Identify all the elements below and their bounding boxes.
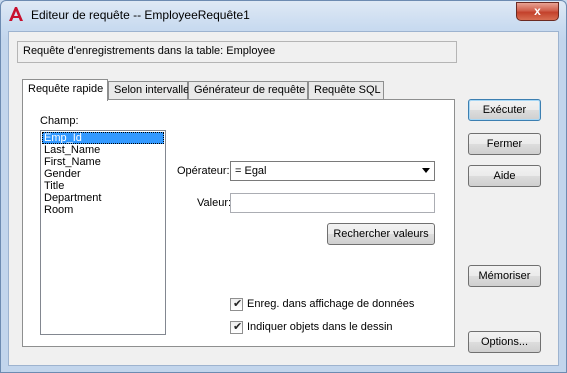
indicate-objects-checkbox-row[interactable]: ✔ Indiquer objets dans le dessin bbox=[230, 321, 430, 335]
checkmark-icon: ✔ bbox=[233, 298, 243, 310]
value-input[interactable] bbox=[230, 193, 435, 213]
close-button[interactable]: Fermer bbox=[468, 133, 541, 155]
store-in-data-view-checkbox-row[interactable]: ✔ Enreg. dans affichage de données bbox=[230, 298, 430, 312]
field-label: Champ: bbox=[40, 115, 79, 127]
autocad-logo-icon bbox=[9, 7, 23, 21]
dialog-window: Editeur de requête -- EmployeeRequête1 x… bbox=[0, 0, 567, 373]
close-icon: x bbox=[534, 4, 541, 18]
list-item[interactable]: First_Name bbox=[42, 156, 164, 168]
title-bar[interactable]: Editeur de requête -- EmployeeRequête1 x bbox=[1, 1, 566, 31]
value-label: Valeur: bbox=[197, 197, 232, 209]
field-listbox[interactable]: Emp_Id Last_Name First_Name Gender Title… bbox=[40, 130, 166, 335]
quick-query-panel: Champ: Emp_Id Last_Name First_Name Gende… bbox=[22, 99, 455, 347]
store-in-data-view-checkbox[interactable]: ✔ bbox=[230, 298, 243, 311]
window-title: Editeur de requête -- EmployeeRequête1 bbox=[31, 8, 250, 22]
list-item[interactable]: Department bbox=[42, 192, 164, 204]
tab-range[interactable]: Selon intervalle bbox=[108, 81, 189, 100]
list-item[interactable]: Last_Name bbox=[42, 144, 164, 156]
help-button[interactable]: Aide bbox=[468, 165, 541, 187]
options-button[interactable]: Options... bbox=[468, 331, 541, 353]
store-in-data-view-label: Enreg. dans affichage de données bbox=[247, 298, 415, 310]
execute-button[interactable]: Exécuter bbox=[468, 99, 541, 121]
indicate-objects-checkbox[interactable]: ✔ bbox=[230, 321, 243, 334]
list-item[interactable]: Gender bbox=[42, 168, 164, 180]
operator-dropdown[interactable]: = Egal bbox=[230, 161, 435, 181]
chevron-down-icon bbox=[422, 168, 430, 173]
operator-label: Opérateur: bbox=[177, 165, 230, 177]
memorize-button[interactable]: Mémoriser bbox=[468, 265, 541, 287]
dialog-body: Requête d'enregistrements dans la table:… bbox=[8, 31, 559, 366]
tab-quick-query[interactable]: Requête rapide bbox=[22, 79, 108, 101]
close-window-button[interactable]: x bbox=[516, 2, 559, 21]
list-item[interactable]: Room bbox=[42, 204, 164, 216]
list-item[interactable]: Emp_Id bbox=[42, 132, 164, 144]
search-values-button[interactable]: Rechercher valeurs bbox=[327, 223, 435, 245]
list-item[interactable]: Title bbox=[42, 180, 164, 192]
query-info-box: Requête d'enregistrements dans la table:… bbox=[17, 41, 457, 63]
operator-value: = Egal bbox=[235, 165, 267, 177]
tab-sql-query[interactable]: Requête SQL bbox=[308, 81, 384, 100]
indicate-objects-label: Indiquer objets dans le dessin bbox=[247, 321, 393, 333]
checkmark-icon: ✔ bbox=[233, 321, 243, 333]
tab-query-builder[interactable]: Générateur de requête bbox=[188, 81, 308, 100]
